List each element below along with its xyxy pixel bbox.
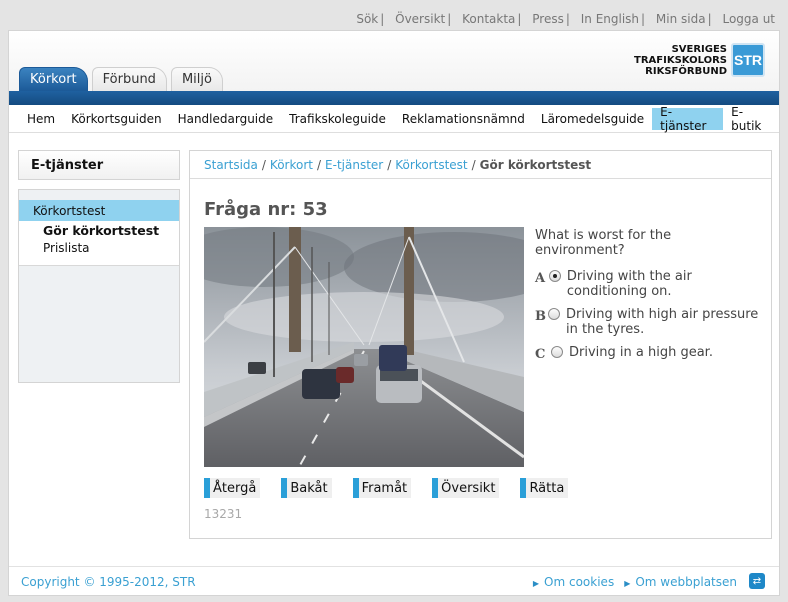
nav-e-tjanster[interactable]: E-tjänster — [652, 105, 724, 133]
nav-korkortsguiden[interactable]: Körkortsguiden — [63, 108, 169, 130]
overview-button[interactable]: Översikt — [432, 478, 500, 498]
copyright-text: Copyright © 1995-2012, STR — [21, 574, 196, 589]
nav-hem[interactable]: Hem — [19, 108, 63, 130]
answer-option-b[interactable]: B Driving with high air pressure in the … — [535, 307, 765, 337]
question-text: What is worst for the environment? — [535, 228, 672, 258]
arrow-right-icon: ▶ — [624, 578, 631, 588]
footer-link-cookies-label: Om cookies — [544, 574, 615, 589]
page-container: SVERIGES TRAFIKSKOLORS RIKSFÖRBUND STR K… — [8, 30, 780, 596]
top-link-contact[interactable]: Kontakta — [462, 12, 515, 26]
nav-reklamationsnamnd[interactable]: Reklamationsnämnd — [394, 108, 533, 130]
sidebar-item-prislista[interactable]: Prislista — [19, 239, 179, 257]
footer-links: ▶ Om cookies ▶ Om webbplatsen — [523, 575, 737, 589]
question-buttons: Återgå Bakåt Framåt Översikt Rätta — [204, 478, 589, 498]
option-label-c: Driving in a high gear. — [569, 345, 713, 360]
sidebar-menu-group: Körkortstest Gör körkortstest Prislista — [19, 200, 179, 266]
logo-line-3: RIKSFÖRBUND — [645, 65, 727, 77]
share-icon[interactable]: ⇄ — [749, 573, 765, 589]
tab-korkort[interactable]: Körkort — [19, 67, 88, 91]
footer-link-about-label: Om webbplatsen — [635, 574, 737, 589]
option-letter-c: C — [535, 347, 546, 362]
top-link-overview[interactable]: Översikt — [395, 12, 445, 26]
top-link-press[interactable]: Press — [532, 12, 564, 26]
top-link-logout[interactable]: Logga ut — [722, 12, 775, 26]
footer: Copyright © 1995-2012, STR ▶ Om cookies ▶… — [9, 566, 779, 596]
top-link-english[interactable]: In English — [581, 12, 639, 26]
answer-option-c[interactable]: C Driving in a high gear. — [535, 345, 765, 362]
breadcrumb-startsida[interactable]: Startsida — [204, 158, 258, 172]
nav-trafikskoleguide[interactable]: Trafikskoleguide — [281, 108, 394, 130]
breadcrumb-korkortstest[interactable]: Körkortstest — [395, 158, 467, 172]
str-logo[interactable]: SVERIGES TRAFIKSKOLORS RIKSFÖRBUND STR — [634, 43, 765, 77]
question-title: Fråga nr: 53 — [204, 199, 328, 220]
nav-e-butik[interactable]: E-butik — [723, 105, 779, 133]
option-letter-b: B — [535, 309, 546, 324]
radio-a[interactable] — [548, 270, 561, 282]
answer-option-a[interactable]: A Driving with the air conditioning on. — [535, 269, 765, 299]
breadcrumb-e-tjanster[interactable]: E-tjänster — [325, 158, 383, 172]
sidebar-item-korkortstest[interactable]: Körkortstest — [19, 200, 179, 221]
radio-c[interactable] — [551, 346, 563, 358]
option-letter-a: A — [535, 271, 546, 286]
nav-laromedelsguide[interactable]: Läromedelsguide — [533, 108, 652, 130]
sidebar-menu: Körkortstest Gör körkortstest Prislista — [18, 189, 180, 383]
main-content: Startsida / Körkort / E-tjänster / Körkorts… — [189, 150, 772, 539]
main-nav: Hem Körkortsguiden Handledarguide Trafik… — [9, 105, 779, 133]
top-links: Sök | Översikt | Kontakta | Press | In Engli… — [356, 12, 775, 26]
nav-handledarguide[interactable]: Handledarguide — [170, 108, 282, 130]
previous-button[interactable]: Bakåt — [281, 478, 332, 498]
bridge-road-image — [204, 227, 524, 467]
next-button[interactable]: Framåt — [352, 478, 412, 498]
logo-line-2: TRAFIKSKOLORS — [634, 54, 727, 66]
question-photo — [204, 227, 524, 467]
breadcrumb-korkort[interactable]: Körkort — [270, 158, 313, 172]
back-to-start-button[interactable]: Återgå — [204, 478, 261, 498]
logo-text: SVERIGES TRAFIKSKOLORS RIKSFÖRBUND — [634, 44, 727, 77]
tab-miljo[interactable]: Miljö — [170, 67, 223, 91]
breadcrumb: Startsida / Körkort / E-tjänster / Körkorts… — [190, 151, 771, 179]
top-tabs: Körkort Förbund Miljö — [19, 67, 227, 91]
option-label-a: Driving with the air conditioning on. — [566, 269, 692, 299]
footer-link-about[interactable]: ▶ Om webbplatsen — [624, 575, 737, 589]
top-link-my-page[interactable]: Min sida — [656, 12, 706, 26]
radio-b[interactable] — [548, 308, 560, 320]
logo-mark: STR — [731, 43, 765, 77]
option-label-b: Driving with high air pressure in the ty… — [566, 307, 759, 337]
breadcrumb-current: Gör körkortstest — [479, 157, 592, 172]
footer-link-cookies[interactable]: ▶ Om cookies — [533, 575, 614, 589]
logo-line-1: SVERIGES — [671, 43, 727, 55]
sidebar-item-gor-korkortstest[interactable]: Gör körkortstest — [19, 221, 179, 239]
tab-forbund[interactable]: Förbund — [91, 67, 167, 91]
header-blue-bar — [9, 91, 779, 105]
arrow-right-icon: ▶ — [532, 578, 540, 588]
grade-button[interactable]: Rätta — [520, 478, 569, 498]
sidebar-title: E-tjänster — [18, 150, 180, 180]
question-id: 13231 — [204, 507, 243, 521]
site-header: SVERIGES TRAFIKSKOLORS RIKSFÖRBUND STR K… — [9, 31, 779, 91]
top-link-search[interactable]: Sök — [356, 12, 378, 26]
